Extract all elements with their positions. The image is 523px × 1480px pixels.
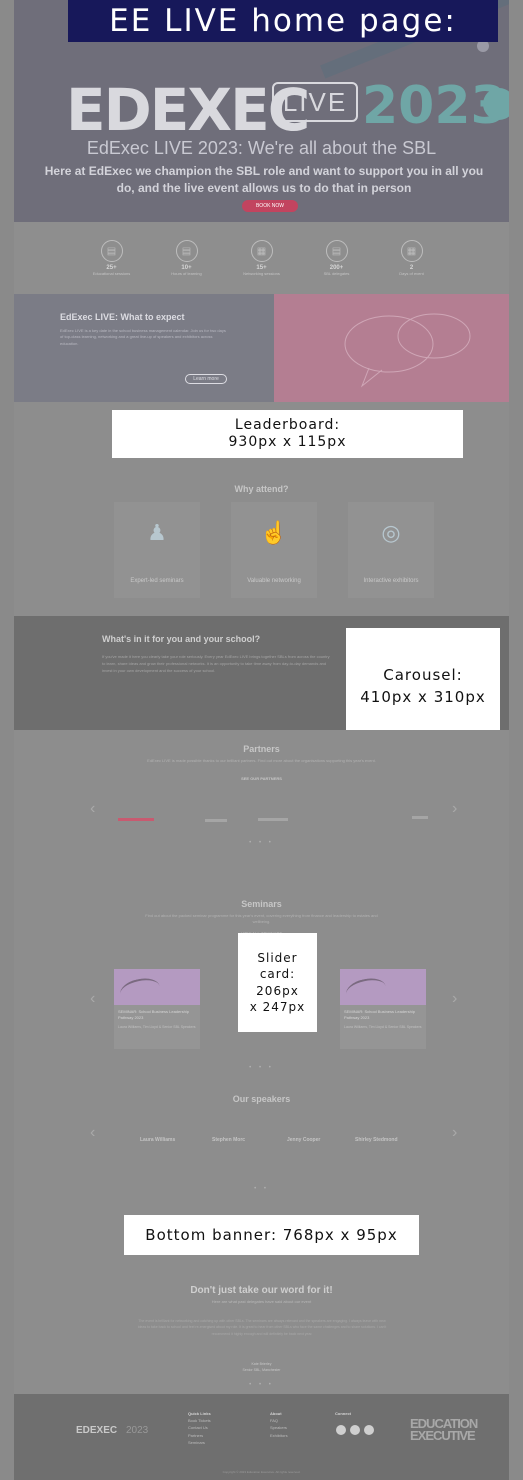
twitter-icon[interactable] [350, 1425, 360, 1435]
speakers-title: Our speakers [232, 1094, 291, 1104]
footer-link[interactable]: Seminars [188, 1439, 211, 1446]
speaker-name[interactable]: Jenny Cooper [287, 1137, 320, 1143]
why-attend-title: Why attend? [234, 484, 289, 494]
footer-connect: Connect [335, 1411, 351, 1416]
seminars-title: Seminars [241, 899, 282, 909]
chevron-right-icon[interactable]: › [452, 1124, 457, 1142]
footer-quick-links: Quick Links Book Tickets Contact Us Part… [188, 1411, 211, 1446]
testimonial-title: Don't just take our word for it! [190, 1285, 333, 1296]
carousel-dots[interactable]: • • [0, 1186, 523, 1192]
footer-link[interactable]: Contact Us [188, 1424, 211, 1431]
expect-image [274, 294, 509, 402]
chevron-left-icon[interactable]: ‹ [90, 800, 95, 818]
chevron-left-icon[interactable]: ‹ [90, 1124, 95, 1142]
expect-body: EdExec LIVE is a key date in the school … [60, 328, 226, 346]
calendar-icon: ▦ [250, 240, 273, 262]
speaker-name[interactable]: Stephen Morc [212, 1137, 245, 1143]
learn-more-button[interactable]: Learn more [185, 374, 227, 384]
footer-link[interactable]: Exhibitors [270, 1432, 288, 1439]
carousel-label: Carousel: 410px x 310px [346, 628, 500, 744]
speaker-name[interactable]: Shirley Stedmond [355, 1137, 398, 1143]
book-now-button[interactable]: BOOK NOW [242, 200, 298, 212]
chevron-right-icon[interactable]: › [452, 800, 457, 818]
page-title-bar: EE LIVE home page: [68, 0, 498, 42]
footer-link[interactable]: Speakers [270, 1424, 288, 1431]
seminar-image [114, 969, 200, 1005]
slider-card-label: Slider card: 206px x 247px [238, 933, 317, 1032]
expect-panel: EdExec LIVE: What to expect EdExec LIVE … [14, 294, 274, 402]
expect-title: EdExec LIVE: What to expect [60, 312, 185, 322]
whats-body: If you've made it here you clearly take … [102, 654, 330, 673]
decor-dot [483, 88, 509, 120]
partner-logo[interactable] [258, 818, 288, 821]
stat-item: ▤ 10+ Hours of learning [162, 240, 212, 276]
partners-title: Partners [243, 744, 280, 754]
page-title: EE LIVE home page: [109, 3, 457, 39]
hero-live-badge: LIVE [272, 82, 358, 122]
partner-logo[interactable] [205, 819, 227, 822]
copyright: Copyright © 2023 Education Executive. Al… [222, 1470, 301, 1474]
footer-link[interactable]: Book Tickets [188, 1417, 211, 1424]
stat-item: ▦ 2 Days of event [387, 240, 437, 276]
seminar-card[interactable]: SEMINAR: School Business Leadership Path… [340, 969, 426, 1049]
seminars-sub: Find out about the packed seminar progra… [145, 913, 378, 925]
testimonial-sub: Here are what past delegates have said a… [211, 1299, 312, 1304]
partners-sub: EdExec LIVE is made possible thanks to o… [147, 758, 376, 763]
stat-item: ▤ 25+ Educational sessions [87, 240, 137, 276]
facebook-icon[interactable] [364, 1425, 374, 1435]
carousel-dots[interactable]: • • • [0, 1382, 523, 1388]
chevron-right-icon[interactable]: › [452, 990, 457, 1008]
bottom-banner-label: Bottom banner: 768px x 95px [124, 1215, 419, 1255]
seminar-card[interactable]: SEMINAR: School Business Leadership Path… [114, 969, 200, 1049]
why-card: ♟ Expert-led seminars [114, 502, 200, 598]
footer-logo[interactable]: EDEXEC [76, 1425, 117, 1436]
hand-icon: ☝ [260, 520, 288, 545]
footer-link[interactable]: Partners [188, 1432, 211, 1439]
carousel-dots[interactable]: • • • [0, 1065, 523, 1071]
stat-item: ▦ 15+ Networking sessions [237, 240, 287, 276]
hero-headline: EdExec LIVE 2023: We're all about the SB… [86, 138, 437, 158]
why-card: ◎ Interactive exhibitors [348, 502, 434, 598]
stat-item: ▤ 200+ SBL delegates [312, 240, 362, 276]
hero-subline: Here at EdExec we champion the SBL role … [44, 164, 484, 195]
speaker-name[interactable]: Laura Williams [140, 1137, 175, 1143]
partner-logo[interactable] [412, 816, 428, 819]
chevron-left-icon[interactable]: ‹ [90, 990, 95, 1008]
leaderboard-label: Leaderboard: 930px x 115px [112, 410, 463, 458]
seminar-image [340, 969, 426, 1005]
doc-icon: ▤ [100, 240, 123, 262]
why-card: ☝ Valuable networking [231, 502, 317, 598]
see-partners-link[interactable]: SEE OUR PARTNERS [0, 776, 523, 781]
footer-about: About FAQ Speakers Exhibitors [270, 1411, 288, 1439]
testimonial-author: Kate Brierley Senior SBL, Manchester [242, 1362, 281, 1372]
stats-bar: ▤ 25+ Educational sessions ▤ 10+ Hours of le… [14, 222, 509, 294]
speech-bubbles-icon [344, 313, 471, 388]
partner-logo[interactable] [118, 818, 154, 821]
doc-icon: ▤ [325, 240, 348, 262]
carousel-dots[interactable]: • • • [0, 840, 523, 846]
target-icon: ◎ [381, 520, 401, 545]
linkedin-icon[interactable] [336, 1425, 346, 1435]
footer-year: 2023 [126, 1425, 149, 1436]
education-executive-logo[interactable]: EDUCATION EXECUTIVE [410, 1417, 478, 1442]
people-icon: ♟ [147, 520, 167, 545]
doc-icon: ▤ [175, 240, 198, 262]
testimonial-body: The event is brilliant for networking an… [137, 1319, 387, 1336]
calendar-icon: ▦ [400, 240, 423, 262]
footer-link[interactable]: FAQ [270, 1417, 288, 1424]
